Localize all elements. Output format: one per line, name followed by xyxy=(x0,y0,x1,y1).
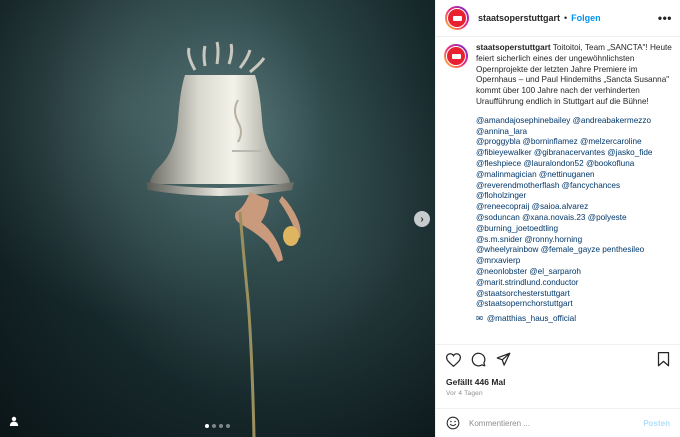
share-button[interactable] xyxy=(495,352,511,368)
tag-line[interactable]: @burning_joetoedtling xyxy=(476,224,672,235)
tag-line[interactable]: @reverendmotherflash @fancychances xyxy=(476,181,672,192)
comment-input[interactable]: Kommentieren ... xyxy=(469,419,530,428)
like-button[interactable] xyxy=(445,352,461,368)
post-media[interactable]: › xyxy=(0,0,435,437)
tag-line[interactable]: @wheelyrainbow @female_gayze penthesileo xyxy=(476,245,672,256)
tag-list: @amandajosephinebailey @andreabakermezzo… xyxy=(476,116,672,310)
partial-tag[interactable]: @matthias_haus_official xyxy=(487,314,576,325)
caption: staatsoperstuttgart Toitoitoi, Team „SAN… xyxy=(444,43,672,325)
tag-line[interactable]: @staatsorchesterstuttgart xyxy=(476,289,672,300)
bell-photo xyxy=(146,41,301,437)
bookmark-icon xyxy=(657,352,669,367)
tag-line[interactable]: @amandajosephinebailey @andreabakermezzo xyxy=(476,116,672,127)
tag-line[interactable]: @proggybla @borninflamez @melzercaroline xyxy=(476,137,672,148)
comment-form: Kommentieren ... Posten xyxy=(436,408,680,437)
comment-icon xyxy=(471,352,485,367)
more-options-icon[interactable]: ••• xyxy=(658,11,672,25)
bell-crown xyxy=(187,41,266,74)
tag-line[interactable]: @neonlobster @el_sarparoh xyxy=(476,267,672,278)
post-header: staatsoperstuttgart • Folgen ••• xyxy=(436,0,680,37)
post-comment-button[interactable]: Posten xyxy=(643,419,670,428)
carousel-dot xyxy=(219,424,223,428)
like-count[interactable]: Gefällt 446 Mal xyxy=(446,377,506,387)
tag-line[interactable]: @floholzinger xyxy=(476,191,672,202)
follow-button[interactable]: Folgen xyxy=(571,13,601,23)
carousel-dot xyxy=(205,424,209,428)
caption-username[interactable]: staatsoperstuttgart xyxy=(476,43,551,52)
caption-avatar[interactable] xyxy=(444,44,468,68)
avatar[interactable] xyxy=(445,6,469,30)
separator-dot: • xyxy=(564,13,568,23)
user-tag-button[interactable] xyxy=(8,415,20,427)
partial-tag-line[interactable]: ✉ @matthias_haus_official xyxy=(476,314,672,325)
rope xyxy=(238,211,256,437)
chevron-right-icon: › xyxy=(420,213,424,225)
tag-line[interactable]: @fleshpiece @lauralondon52 @bookofluna xyxy=(476,159,672,170)
save-button[interactable] xyxy=(655,352,671,368)
emoji-icon[interactable] xyxy=(446,416,460,430)
post-sidebar: staatsoperstuttgart • Folgen ••• staatso… xyxy=(435,0,680,437)
bell-lip xyxy=(146,182,294,196)
emoji-icon: ✉ xyxy=(476,314,483,324)
carousel-dot xyxy=(226,424,230,428)
caption-body: staatsoperstuttgart Toitoitoi, Team „SAN… xyxy=(476,43,672,325)
carousel-indicator xyxy=(205,424,230,428)
instagram-post: › staatsoperstuttgart • Folgen ••• staat… xyxy=(0,0,680,437)
carousel-dot xyxy=(212,424,216,428)
heart-icon xyxy=(445,352,461,367)
tag-line[interactable]: @staatsopernchorstuttgart xyxy=(476,299,672,310)
tag-line[interactable]: @malinmagician @nettinuganen xyxy=(476,170,672,181)
comment-button[interactable] xyxy=(470,352,486,368)
account-name-link[interactable]: staatsoperstuttgart xyxy=(478,13,560,23)
tag-line[interactable]: @s.m.snider @ronny.horning xyxy=(476,235,672,246)
user-tag-icon xyxy=(9,416,19,426)
comments-section[interactable]: staatsoperstuttgart Toitoitoi, Team „SAN… xyxy=(436,38,680,343)
tag-line[interactable]: @mrxavierp xyxy=(476,256,672,267)
post-date[interactable]: Vor 4 Tagen xyxy=(446,390,483,397)
tag-line[interactable]: @fibieyewalker @gibranacervantes @jasko_… xyxy=(476,148,672,159)
tag-line[interactable]: @annina_lara xyxy=(476,127,672,138)
tag-line[interactable]: @marit.strindlund.conductor xyxy=(476,278,672,289)
tag-line[interactable]: @reneecopraij @saioa.alvarez xyxy=(476,202,672,213)
share-icon xyxy=(496,352,510,366)
caption-text: Toitoitoi, Team „SANCTA"! Heute feiert s… xyxy=(476,43,672,106)
bell-body xyxy=(150,75,290,184)
carousel-next-button[interactable]: › xyxy=(414,211,430,227)
action-bar xyxy=(436,344,680,374)
tag-line[interactable]: @soduncan @xana.novais.23 @polyeste xyxy=(476,213,672,224)
